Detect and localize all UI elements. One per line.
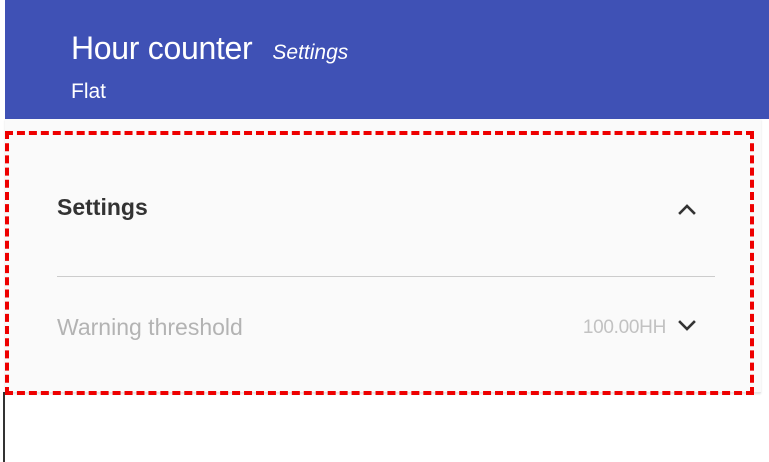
chevron-down-icon[interactable] [677,317,697,333]
chevron-up-icon[interactable] [677,201,697,217]
warning-threshold-row[interactable]: Warning threshold 100.00HH [57,297,713,357]
warning-threshold-label: Warning threshold [57,314,243,340]
settings-panel: Settings Warning threshold 100.00HH [5,119,761,395]
settings-section-title: Settings [57,194,148,220]
section-divider [57,276,715,277]
app-header: Hour counter Settings Flat [5,0,769,119]
page-title: Hour counter [71,30,253,66]
page-subtitle: Settings [272,41,349,64]
warning-threshold-value: 100.00HH [582,317,666,338]
app-window: Hour counter Settings Flat Settings Warn… [0,0,769,462]
settings-section-header[interactable]: Settings [57,179,713,239]
device-name: Flat [71,80,107,103]
header-title-row: Hour counter Settings [71,30,348,67]
settings-content: Settings Warning threshold 100.00HH [5,119,769,462]
